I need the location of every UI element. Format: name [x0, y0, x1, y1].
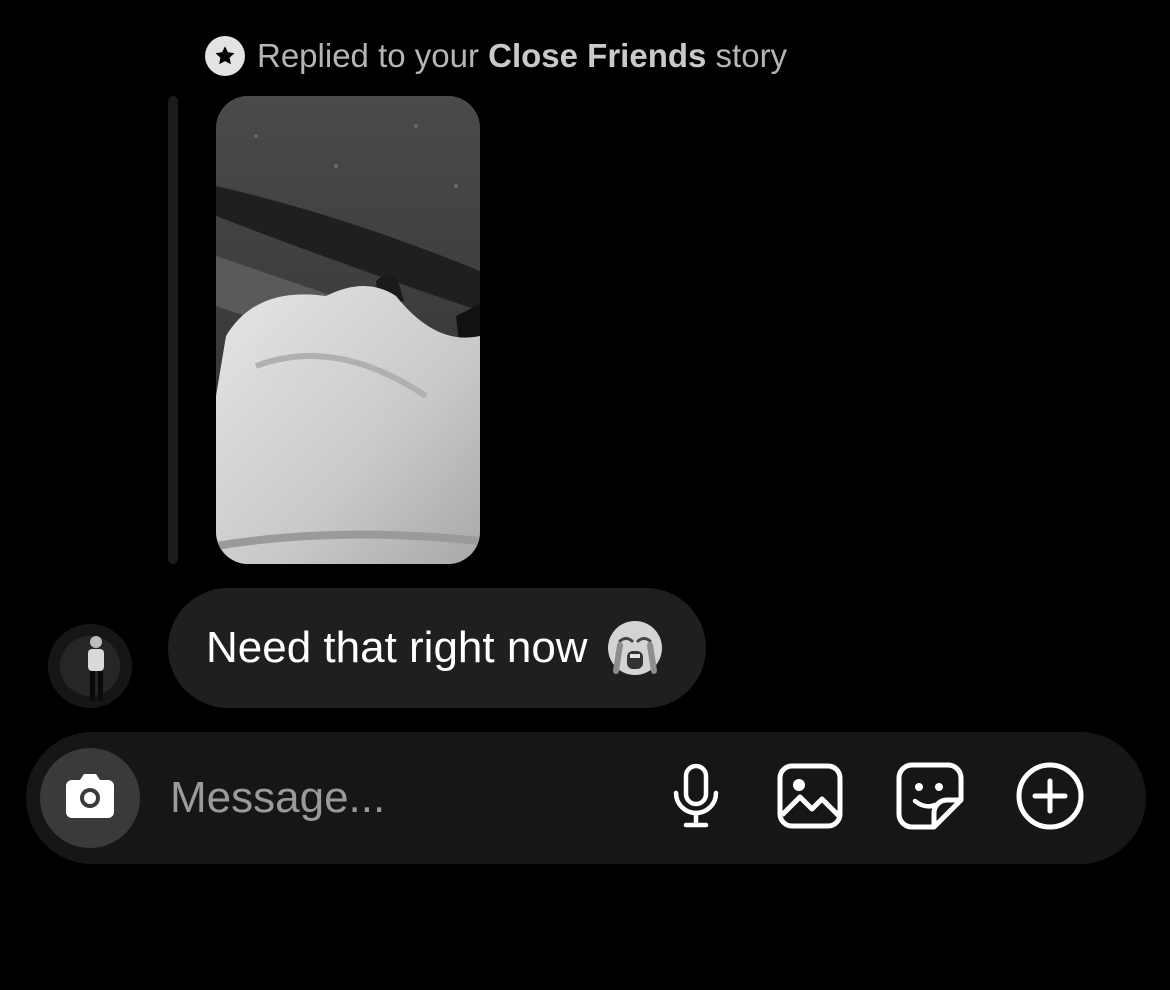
loudly-crying-face-emoji	[606, 619, 664, 677]
message-bubble[interactable]: Need that right now	[168, 588, 706, 708]
story-reply-context: Replied to your Close Friends story	[205, 36, 787, 76]
avatar[interactable]	[48, 624, 132, 708]
close-friends-label: Close Friends	[488, 37, 707, 74]
sticker-button[interactable]	[894, 762, 966, 834]
gallery-button[interactable]	[774, 762, 846, 834]
camera-button[interactable]	[40, 748, 140, 848]
reply-context-prefix: Replied to your	[257, 37, 489, 74]
star-icon	[205, 36, 245, 76]
voice-message-button[interactable]	[660, 762, 732, 834]
reply-context-suffix: story	[706, 37, 788, 74]
more-options-button[interactable]	[1014, 762, 1086, 834]
message-composer	[26, 732, 1146, 864]
reply-quote-bar	[168, 96, 178, 564]
sticker-icon	[896, 762, 964, 835]
microphone-icon	[666, 763, 726, 834]
gallery-icon	[777, 763, 843, 834]
plus-circle-icon	[1015, 761, 1085, 836]
camera-icon	[62, 772, 118, 825]
message-text: Need that right now	[206, 623, 588, 672]
story-thumbnail[interactable]	[216, 96, 480, 564]
message-input[interactable]	[170, 768, 630, 828]
